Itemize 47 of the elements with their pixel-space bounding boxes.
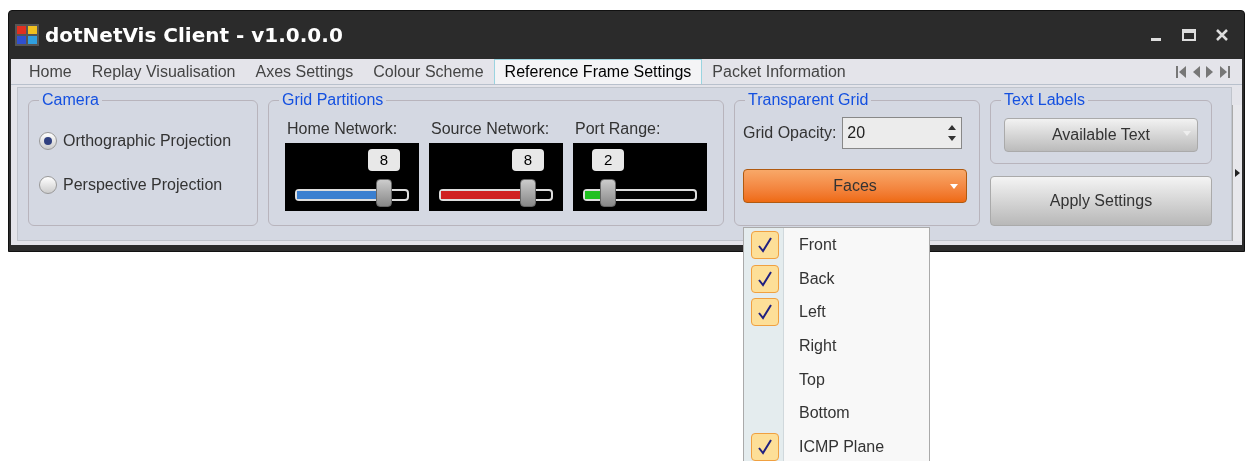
app-icon bbox=[15, 24, 39, 46]
check-icon bbox=[758, 438, 772, 455]
menu-item[interactable]: Front bbox=[744, 228, 929, 262]
field-label: Grid Opacity: bbox=[743, 123, 837, 143]
slider-value-tooltip: 8 bbox=[367, 149, 400, 171]
menu-item[interactable]: ICMP Plane bbox=[744, 430, 929, 461]
slider-label: Home Network: bbox=[286, 119, 399, 139]
slider-value-tooltip: 8 bbox=[511, 149, 544, 171]
check-icon bbox=[758, 304, 772, 321]
tab[interactable]: Reference Frame Settings bbox=[493, 59, 703, 84]
menu-item[interactable]: Bottom bbox=[744, 396, 929, 431]
check-icon bbox=[758, 270, 772, 287]
faces-dropdown-button[interactable]: Faces bbox=[743, 169, 967, 203]
radio-label: Perspective Projection bbox=[63, 175, 223, 195]
apply-settings-button[interactable]: Apply Settings bbox=[990, 176, 1212, 226]
slider-thumb[interactable] bbox=[375, 179, 392, 207]
slider-label: Port Range: bbox=[574, 119, 662, 139]
previous-icon[interactable] bbox=[1192, 65, 1200, 79]
menu-item[interactable]: Right bbox=[744, 329, 929, 363]
caret-icon bbox=[1183, 131, 1191, 137]
menu-item[interactable]: Top bbox=[744, 362, 929, 397]
text-labels-dropdown[interactable]: Available Text bbox=[1004, 118, 1198, 152]
slider-value-tooltip: 2 bbox=[592, 149, 625, 171]
first-page-icon[interactable] bbox=[1176, 65, 1186, 79]
radio-label: Orthographic Projection bbox=[63, 131, 232, 151]
window-title: dotNetVis Client - v1.0.0.0 bbox=[45, 22, 343, 49]
menu-item[interactable]: Left bbox=[744, 295, 929, 330]
tab[interactable]: Home bbox=[19, 59, 82, 84]
maximize-icon[interactable] bbox=[1182, 29, 1196, 41]
menu-item[interactable]: Back bbox=[744, 261, 929, 296]
radio-button[interactable] bbox=[39, 176, 57, 194]
tab[interactable]: Packet Information bbox=[702, 59, 856, 84]
tab[interactable]: Colour Scheme bbox=[363, 59, 494, 84]
scroll-right-icon[interactable] bbox=[1235, 169, 1240, 177]
tab[interactable]: Axes Settings bbox=[245, 59, 364, 84]
slider-label: Source Network: bbox=[430, 119, 551, 139]
spinner-arrows-icon[interactable] bbox=[947, 124, 958, 142]
caret-icon bbox=[950, 184, 958, 190]
close-icon[interactable] bbox=[1216, 29, 1228, 41]
tab[interactable]: Replay Visualisation bbox=[81, 59, 246, 84]
last-page-icon[interactable] bbox=[1220, 65, 1230, 79]
radio-button[interactable] bbox=[39, 132, 57, 150]
slider-thumb[interactable] bbox=[600, 179, 617, 207]
number-field[interactable]: 20 bbox=[842, 117, 963, 149]
slider-thumb[interactable] bbox=[519, 179, 536, 207]
check-icon bbox=[758, 236, 772, 253]
next-icon[interactable] bbox=[1206, 65, 1214, 79]
